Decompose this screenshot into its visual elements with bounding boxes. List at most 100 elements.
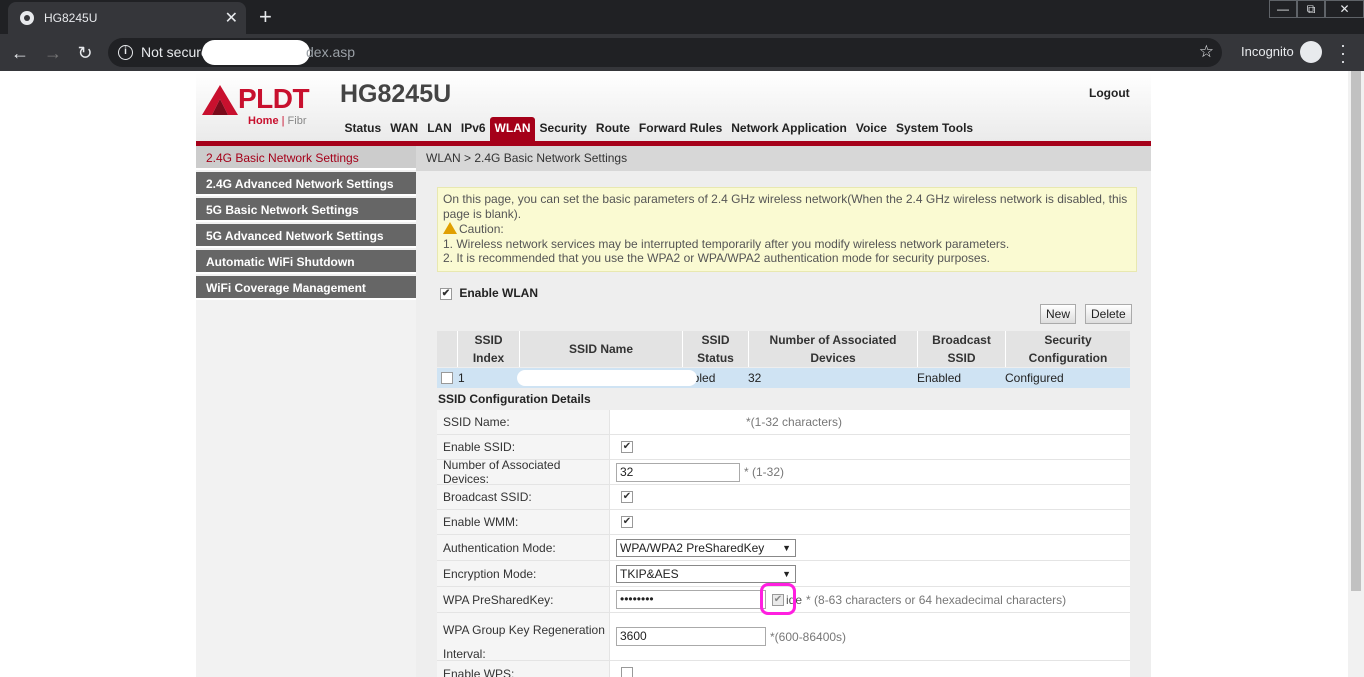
assoc-devices-input[interactable]: 32 xyxy=(616,462,740,482)
forward-icon[interactable]: → xyxy=(40,40,66,66)
annotation-highlight xyxy=(760,583,796,615)
nav-item-route[interactable]: Route xyxy=(591,117,634,143)
tab-title: HG8245U xyxy=(44,11,98,25)
auth-mode-select[interactable]: WPA/WPA2 PreSharedKey ▼ xyxy=(616,538,796,557)
sidebar-item-wifi-coverage-management[interactable]: WiFi Coverage Management xyxy=(196,276,416,300)
window-close-button[interactable]: ✕ xyxy=(1325,0,1364,18)
globe-icon xyxy=(20,11,34,25)
tab-close-button[interactable]: ✕ xyxy=(225,8,238,28)
nav-item-status[interactable]: Status xyxy=(340,117,386,143)
browser-toolbar: ← → ↻ i Not secure dex.asp ☆ Incognito ·… xyxy=(0,34,1364,71)
table-row[interactable]: 1 abled 32 Enabled Configured xyxy=(437,368,1130,388)
device-model: HG8245U xyxy=(340,80,452,108)
logout-link[interactable]: Logout xyxy=(1089,86,1130,100)
form-row-assoc-devices: Number of Associated Devices: 32 * (1-32… xyxy=(437,458,1130,486)
broadcast-ssid-checkbox[interactable]: ✔ xyxy=(621,491,633,503)
table-header: Security Configuration xyxy=(1005,331,1130,367)
new-button[interactable]: New xyxy=(1040,304,1077,324)
url-text: dex.asp xyxy=(306,44,356,60)
sidebar-item-automatic-wifi-shutdown[interactable]: Automatic WiFi Shutdown xyxy=(196,250,416,274)
sidebar-item-5g-advanced-network-settings[interactable]: 5G Advanced Network Settings xyxy=(196,224,416,248)
table-header: SSID Name xyxy=(519,331,682,367)
form-row-group-key: WPA Group Key Regeneration Interval: 3600… xyxy=(437,613,1130,661)
field-label: Authentication Mode: xyxy=(437,535,610,560)
psk-input[interactable]: •••••••• xyxy=(616,590,766,609)
field-hint: *(1-32 characters) xyxy=(746,415,843,429)
nav-item-network-application[interactable]: Network Application xyxy=(727,117,852,143)
enable-wmm-checkbox[interactable]: ✔ xyxy=(621,516,633,528)
field-label: Encryption Mode: xyxy=(437,561,610,586)
back-icon[interactable]: ← xyxy=(7,40,33,66)
sidebar-item-2-4g-basic-network-settings[interactable]: 2.4G Basic Network Settings xyxy=(196,146,416,170)
browser-tab[interactable]: HG8245U ✕ xyxy=(8,2,246,34)
pldt-logo-icon xyxy=(202,85,238,115)
field-label: WPA PreSharedKey: xyxy=(437,587,610,612)
browser-tabstrip: HG8245U ✕ + — ⧉ ✕ xyxy=(0,0,1364,34)
nav-item-security[interactable]: Security xyxy=(535,117,591,143)
field-label: SSID Name: xyxy=(437,410,610,434)
field-label: Enable WMM: xyxy=(437,510,610,534)
form-row-enable-wps: Enable WPS: xyxy=(437,661,1130,677)
notice-caution: Caution: xyxy=(459,222,504,236)
field-hint: * (8-63 characters or 64 hexadecimal cha… xyxy=(806,592,1067,607)
field-hint: * (1-32) xyxy=(744,465,785,479)
address-bar[interactable]: i Not secure dex.asp ☆ xyxy=(108,38,1222,67)
kebab-menu-icon[interactable]: · · · xyxy=(1340,36,1346,70)
page-scrollbar[interactable] xyxy=(1348,71,1364,677)
table-header: Broadcast SSID xyxy=(917,331,1005,367)
reload-icon[interactable]: ↻ xyxy=(72,40,98,66)
encryption-mode-select[interactable]: TKIP&AES ▼ xyxy=(616,564,796,583)
nav-item-system-tools[interactable]: System Tools xyxy=(891,117,977,143)
page-header: PLDT Home | Fibr HG8245U Logout Status WA… xyxy=(196,73,1151,145)
ssid-name-input[interactable] xyxy=(616,412,742,432)
encryption-mode-value: TKIP&AES xyxy=(620,566,679,581)
row-select-checkbox[interactable] xyxy=(441,372,453,384)
sidebar-item-2-4g-advanced-network-settings[interactable]: 2.4G Advanced Network Settings xyxy=(196,172,416,196)
nav-item-wlan[interactable]: WLAN xyxy=(490,117,536,143)
brand-subtitle: Home | Fibr xyxy=(248,115,307,127)
main-nav: Status WAN LAN IPv6 WLAN Security Route Forward… xyxy=(340,117,978,143)
form-row-auth-mode: Authentication Mode: WPA/WPA2 PreSharedK… xyxy=(437,535,1130,561)
form-row-enable-ssid: Enable SSID: ✔ xyxy=(437,435,1130,460)
breadcrumb: WLAN > 2.4G Basic Network Settings xyxy=(416,146,1151,171)
enable-wlan-checkbox[interactable]: ✔ xyxy=(440,287,452,300)
enable-wps-checkbox[interactable] xyxy=(621,667,633,677)
minimize-button[interactable]: — xyxy=(1269,0,1297,18)
form-row-broadcast-ssid: Broadcast SSID: ✔ xyxy=(437,485,1130,510)
table-header: SSID Status xyxy=(682,331,748,367)
dropdown-arrow-icon: ▼ xyxy=(782,542,791,553)
brand-logo-text: PLDT xyxy=(238,83,310,114)
info-notice: On this page, you can set the basic para… xyxy=(437,187,1137,272)
notice-item: 1. Wireless network services may be inte… xyxy=(443,236,1010,251)
auth-mode-value: WPA/WPA2 PreSharedKey xyxy=(620,540,765,555)
nav-item-voice[interactable]: Voice xyxy=(851,117,891,143)
notice-item: 2. It is recommended that you use the WP… xyxy=(443,251,990,265)
delete-button[interactable]: Delete xyxy=(1085,304,1132,324)
sidebar: 2.4G Basic Network Settings 2.4G Advanced… xyxy=(196,146,416,677)
nav-item-ipv6[interactable]: IPv6 xyxy=(456,117,490,143)
restore-button[interactable]: ⧉ xyxy=(1297,0,1325,18)
new-tab-button[interactable]: + xyxy=(259,4,272,30)
broadcast-cell: Enabled xyxy=(917,371,962,385)
enable-ssid-checkbox[interactable]: ✔ xyxy=(621,441,633,453)
star-icon[interactable]: ☆ xyxy=(1199,42,1214,62)
form-row-enable-wmm: Enable WMM: ✔ xyxy=(437,510,1130,535)
info-icon[interactable]: i xyxy=(118,45,133,60)
field-label: Enable SSID: xyxy=(437,435,610,459)
nav-item-forward-rules[interactable]: Forward Rules xyxy=(634,117,726,143)
scrollbar-thumb[interactable] xyxy=(1351,71,1361,591)
incognito-icon[interactable] xyxy=(1300,41,1322,63)
ssid-table-header: SSID Index SSID Name SSID Status Number … xyxy=(437,331,1130,367)
dropdown-arrow-icon: ▼ xyxy=(782,568,791,579)
nav-item-lan[interactable]: LAN xyxy=(423,117,457,143)
security-label: Not secure xyxy=(141,44,209,60)
field-label: Enable WPS: xyxy=(437,661,610,677)
security-cell: Configured xyxy=(1005,371,1064,385)
table-header-select xyxy=(437,331,457,367)
redacted-url xyxy=(202,40,310,65)
sidebar-item-5g-basic-network-settings[interactable]: 5G Basic Network Settings xyxy=(196,198,416,222)
nav-item-wan[interactable]: WAN xyxy=(386,117,423,143)
table-header: SSID Index xyxy=(457,331,519,367)
group-key-interval-input[interactable]: 3600 xyxy=(616,627,766,646)
devices-cell: 32 xyxy=(748,371,762,385)
